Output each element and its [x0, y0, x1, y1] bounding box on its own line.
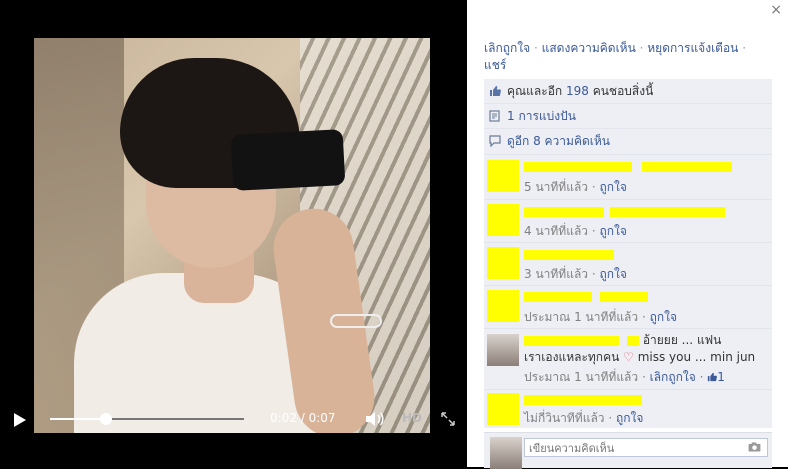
comment-time: 3 นาทีที่แล้ว	[524, 267, 589, 281]
heart-emoji: ♡	[623, 350, 634, 364]
play-icon[interactable]	[14, 413, 26, 427]
comment-item: 4 นาทีที่แล้ว · ถูกใจ	[484, 199, 772, 242]
avatar[interactable]	[487, 247, 519, 279]
comment-meta: ไม่กี่วินาทีที่แล้ว · ถูกใจ	[524, 411, 644, 425]
seek-bar[interactable]	[50, 413, 244, 425]
avatar	[490, 437, 522, 469]
camera-icon[interactable]	[748, 442, 761, 452]
comment-like-count[interactable]: 1	[707, 370, 725, 384]
shares-link[interactable]: 1 การแบ่งปัน	[507, 109, 576, 123]
comment-link[interactable]: แสดงความคิดเห็น	[542, 41, 636, 55]
video-frame[interactable]	[34, 38, 430, 433]
comment-like-link[interactable]: ถูกใจ	[616, 411, 643, 425]
comment-input[interactable]: เขียนความคิดเห็น	[524, 438, 768, 457]
comment-meta: ประมาณ 1 นาทีที่แล้ว · ถูกใจ	[524, 310, 678, 324]
unlike-link[interactable]: เลิกถูกใจ	[484, 41, 530, 55]
comment-text: อ้ายยย ... แฟน เราเองแหละทุกคน ♡ miss yo…	[524, 332, 770, 366]
comment-like-link[interactable]: ถูกใจ	[650, 310, 677, 324]
comment-item: อ้ายยย ... แฟน เราเองแหละทุกคน ♡ miss yo…	[484, 328, 772, 389]
seek-progress	[50, 418, 107, 420]
phone	[230, 129, 346, 191]
comment-item: ไม่กี่วินาทีที่แล้ว · ถูกใจ	[484, 389, 772, 428]
comment-item: ประมาณ 1 นาทีที่แล้ว · ถูกใจ	[484, 285, 772, 328]
comment-composer: เขียนความคิดเห็น	[484, 432, 772, 469]
likes-prefix: คุณและอีก	[507, 84, 566, 98]
share-link[interactable]: แชร์	[484, 58, 506, 72]
shares-row: 1 การแบ่งปัน	[484, 104, 772, 129]
comment-like-link[interactable]: ถูกใจ	[600, 180, 627, 194]
comment-like-link[interactable]: ถูกใจ	[600, 224, 627, 238]
comment-line-2b: miss you ... min jun	[633, 350, 756, 364]
avatar[interactable]	[487, 290, 519, 322]
comment-time: ประมาณ 1 นาทีที่แล้ว	[524, 370, 639, 384]
share-icon	[489, 110, 500, 122]
comment-unlike-link[interactable]: เลิกถูกใจ	[650, 370, 696, 384]
side-panel: × เลิกถูกใจ · แสดงความคิดเห็น · หยุดการแ…	[467, 0, 788, 469]
close-icon[interactable]: ×	[770, 2, 782, 18]
comment-line-2a: เราเองแหละทุกคน	[524, 350, 624, 364]
post-actions: เลิกถูกใจ · แสดงความคิดเห็น · หยุดการแจ้…	[484, 41, 747, 72]
seek-handle[interactable]	[100, 413, 113, 425]
comment-list: 5 นาทีที่แล้ว · ถูกใจ 4 นาทีที่แล้ว · ถู…	[484, 154, 772, 428]
likes-count-link[interactable]: 198	[566, 84, 589, 98]
time-display: 0:02 / 0:07	[270, 411, 336, 425]
comment-time: 5 นาทีที่แล้ว	[524, 180, 589, 194]
view-more-comments-link[interactable]: ดูอีก 8 ความคิดเห็น	[507, 134, 610, 148]
comment-meta: 5 นาทีที่แล้ว · ถูกใจ	[524, 180, 627, 194]
comment-line-1: อ้ายยย ... แฟน	[642, 333, 722, 347]
comment-item: 3 นาทีที่แล้ว · ถูกใจ	[484, 242, 772, 285]
volume-icon[interactable]	[365, 411, 385, 427]
hd-toggle[interactable]: HD	[402, 411, 422, 425]
comment-text-redacted	[524, 159, 732, 173]
more-comments-row: ดูอีก 8 ความคิดเห็น	[484, 129, 772, 154]
video-stage: 0:02 / 0:07 HD	[0, 0, 467, 467]
comment-meta: 3 นาทีที่แล้ว · ถูกใจ	[524, 267, 627, 281]
comment-item: 5 นาทีที่แล้ว · ถูกใจ	[484, 154, 772, 199]
avatar[interactable]	[487, 334, 519, 366]
thumbs-up-icon	[490, 86, 501, 96]
small-thumbs-up-icon	[708, 372, 718, 382]
avatar[interactable]	[487, 204, 519, 236]
stop-notifications-link[interactable]: หยุดการแจ้งเตือน	[647, 41, 738, 55]
bracelet	[330, 314, 382, 328]
comment-meta: ประมาณ 1 นาทีที่แล้ว · เลิกถูกใจ · 1	[524, 370, 725, 384]
comment-text-redacted	[524, 204, 725, 218]
comment-text-redacted	[524, 247, 614, 261]
likes-row: คุณและอีก 198 คนชอบสิ่งนี้	[484, 79, 772, 104]
avatar[interactable]	[487, 393, 519, 425]
comment-text-redacted	[524, 289, 648, 303]
comment-bubble-icon	[489, 135, 501, 147]
video-controls: 0:02 / 0:07 HD	[0, 405, 467, 435]
comment-time: ไม่กี่วินาทีที่แล้ว	[524, 411, 605, 425]
avatar[interactable]	[487, 160, 519, 192]
comment-input-placeholder: เขียนความคิดเห็น	[529, 442, 615, 455]
likes-suffix: คนชอบสิ่งนี้	[588, 84, 654, 98]
comment-meta: 4 นาทีที่แล้ว · ถูกใจ	[524, 224, 627, 238]
comment-text-redacted	[524, 392, 642, 406]
comment-like-link[interactable]: ถูกใจ	[600, 267, 627, 281]
comment-time: 4 นาทีที่แล้ว	[524, 224, 589, 238]
comment-time: ประมาณ 1 นาทีที่แล้ว	[524, 310, 639, 324]
fullscreen-icon[interactable]	[440, 411, 456, 427]
